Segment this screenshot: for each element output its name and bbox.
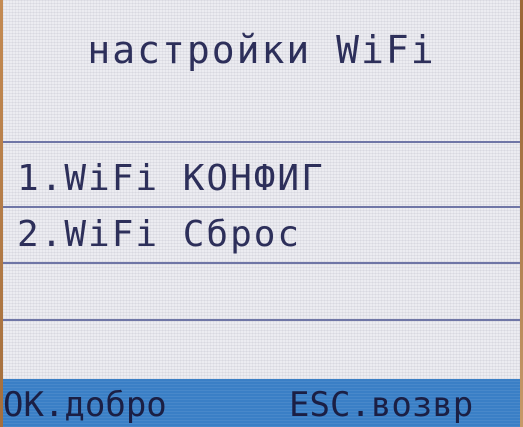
page-title: настройки WiFi [87,28,436,72]
divider [3,319,520,321]
divider [3,206,520,208]
softkey-bar: OK.добро ESC.возвр [3,379,520,427]
menu-item-wifi-reset[interactable]: 2.WiFi Сброс [17,214,301,255]
divider [3,141,520,143]
menu-item-wifi-config[interactable]: 1.WiFi КОНФИГ [17,158,325,199]
esc-softkey-label[interactable]: ESC.возвр [289,385,473,425]
ok-softkey-label[interactable]: OK.добро [3,385,167,425]
lcd-screen: настройки WiFi 1.WiFi КОНФИГ 2.WiFi Сбро… [3,0,520,427]
divider [3,262,520,264]
